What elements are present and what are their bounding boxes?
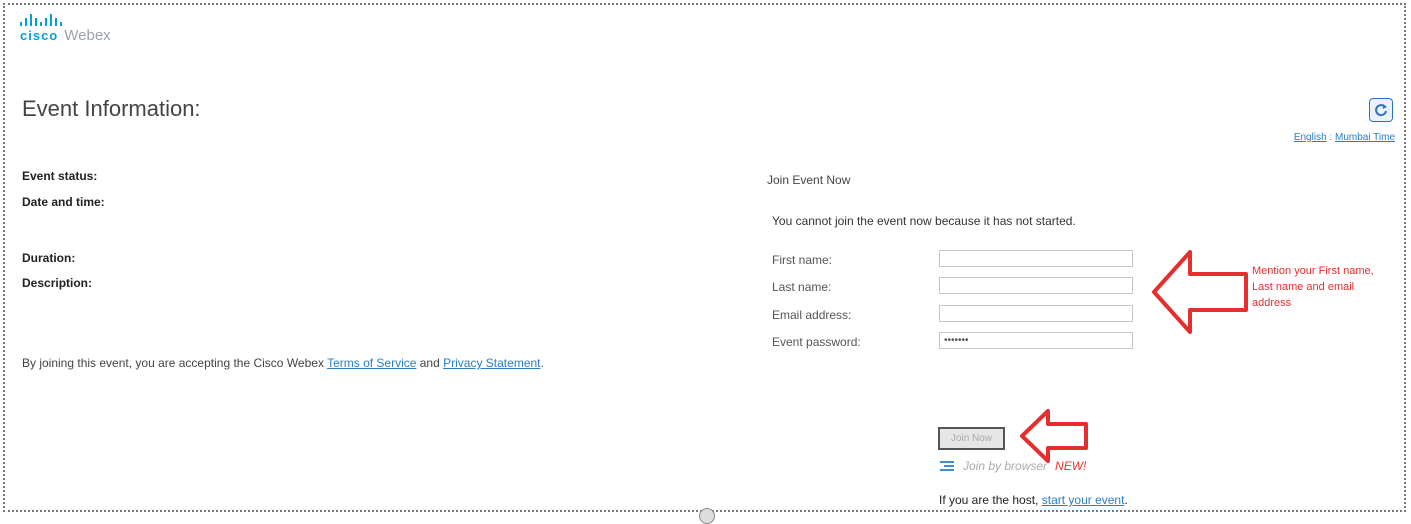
- language-link[interactable]: English: [1294, 132, 1327, 143]
- first-name-input[interactable]: [939, 250, 1133, 267]
- annotation-arrow-form-icon: [1152, 250, 1248, 334]
- join-now-button[interactable]: Join Now: [938, 427, 1005, 450]
- annotation-arrow-button-icon: [1020, 409, 1088, 463]
- last-name-input[interactable]: [939, 277, 1133, 294]
- annotation-note: Mention your First name, Last name and e…: [1252, 265, 1374, 309]
- link-separator: :: [1326, 132, 1335, 143]
- refresh-icon: [1375, 104, 1387, 117]
- join-status-message: You cannot join the event now because it…: [772, 214, 1076, 228]
- locale-links: English : Mumbai Time: [1294, 132, 1395, 143]
- privacy-statement-link[interactable]: Privacy Statement: [443, 356, 540, 370]
- last-name-label: Last name:: [772, 280, 832, 294]
- terms-suffix: .: [540, 356, 544, 370]
- duration-label: Duration:: [22, 251, 76, 265]
- terms-of-service-link[interactable]: Terms of Service: [327, 356, 416, 370]
- timezone-link[interactable]: Mumbai Time: [1335, 132, 1395, 143]
- join-heading: Join Event Now: [767, 173, 851, 187]
- terms-notice: By joining this event, you are accepting…: [22, 356, 622, 371]
- webex-product: Webex: [64, 27, 111, 44]
- cisco-bars-icon: [20, 14, 111, 26]
- cisco-brand: cisco: [20, 28, 59, 43]
- browser-icon: [940, 461, 954, 471]
- event-status-label: Event status:: [22, 169, 98, 183]
- start-event-link[interactable]: start your event: [1042, 493, 1125, 507]
- event-password-label: Event password:: [772, 335, 861, 349]
- date-time-label: Date and time:: [22, 195, 105, 209]
- event-password-input[interactable]: [939, 332, 1133, 349]
- host-prefix: If you are the host,: [939, 493, 1042, 507]
- page-title: Event Information:: [22, 96, 201, 121]
- scroll-handle[interactable]: [699, 508, 715, 524]
- first-name-label: First name:: [772, 253, 833, 267]
- refresh-button[interactable]: [1369, 98, 1393, 122]
- terms-prefix: By joining this event, you are accepting…: [22, 356, 328, 370]
- host-suffix: .: [1124, 493, 1128, 507]
- email-input[interactable]: [939, 305, 1133, 322]
- terms-and: and: [416, 356, 444, 370]
- description-label: Description:: [22, 276, 93, 290]
- host-notice: If you are the host, start your event.: [939, 493, 1128, 507]
- cisco-webex-logo: cisco Webex: [20, 14, 111, 45]
- email-label: Email address:: [772, 308, 852, 322]
